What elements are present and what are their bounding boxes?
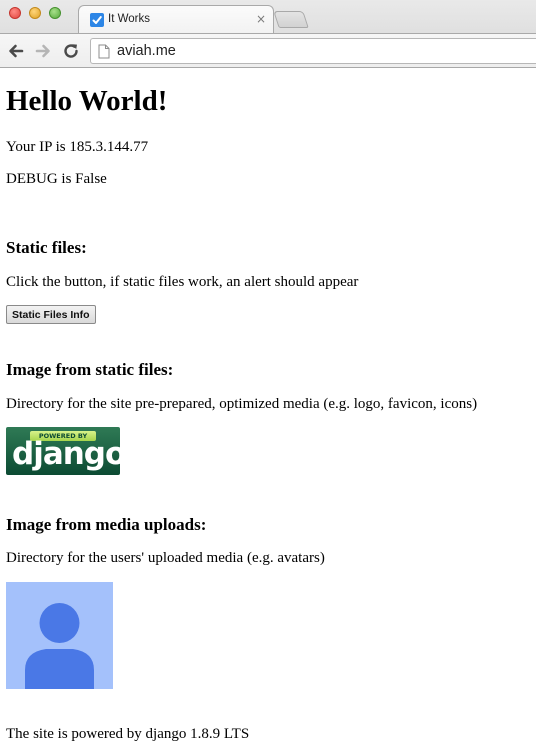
- static-files-description: Click the button, if static files work, …: [6, 274, 359, 290]
- debug-text: DEBUG is False: [6, 171, 107, 187]
- browser-toolbar: aviah.me: [0, 33, 536, 67]
- avatar: [6, 582, 113, 689]
- window-close-button[interactable]: [9, 7, 21, 19]
- django-logo: POWERED BY django: [6, 427, 126, 475]
- tab-strip: It Works ×: [0, 0, 536, 34]
- checkmark-favicon-icon: [90, 13, 104, 27]
- address-bar[interactable]: aviah.me: [90, 38, 536, 64]
- window-minimize-button[interactable]: [29, 7, 41, 19]
- back-arrow-icon[interactable]: [6, 41, 26, 61]
- default-avatar-icon: [25, 603, 94, 689]
- page-icon: [98, 44, 110, 64]
- tab-it-works[interactable]: It Works ×: [78, 5, 274, 34]
- forward-arrow-icon[interactable]: [33, 41, 53, 61]
- static-image-heading: Image from static files:: [6, 360, 174, 379]
- media-image-heading: Image from media uploads:: [6, 515, 207, 534]
- footer-text: The site is powered by django 1.8.9 LTS: [6, 726, 250, 742]
- new-tab-button[interactable]: [273, 11, 309, 28]
- static-files-heading: Static files:: [6, 238, 87, 257]
- browser-chrome: It Works × aviah.me: [0, 0, 536, 68]
- media-image-description: Directory for the users' uploaded media …: [6, 550, 325, 566]
- static-image-description: Directory for the site pre-prepared, opt…: [6, 396, 478, 412]
- static-files-info-button[interactable]: Static Files Info: [6, 305, 96, 324]
- close-icon[interactable]: ×: [254, 11, 268, 27]
- reload-icon[interactable]: [61, 41, 81, 61]
- page-title: Hello World!: [6, 85, 168, 117]
- ip-text: Your IP is 185.3.144.77: [6, 139, 149, 155]
- django-wordmark: django: [12, 436, 126, 472]
- tab-title: It Works: [108, 13, 150, 25]
- window-maximize-button[interactable]: [49, 7, 61, 19]
- url-text: aviah.me: [117, 43, 176, 59]
